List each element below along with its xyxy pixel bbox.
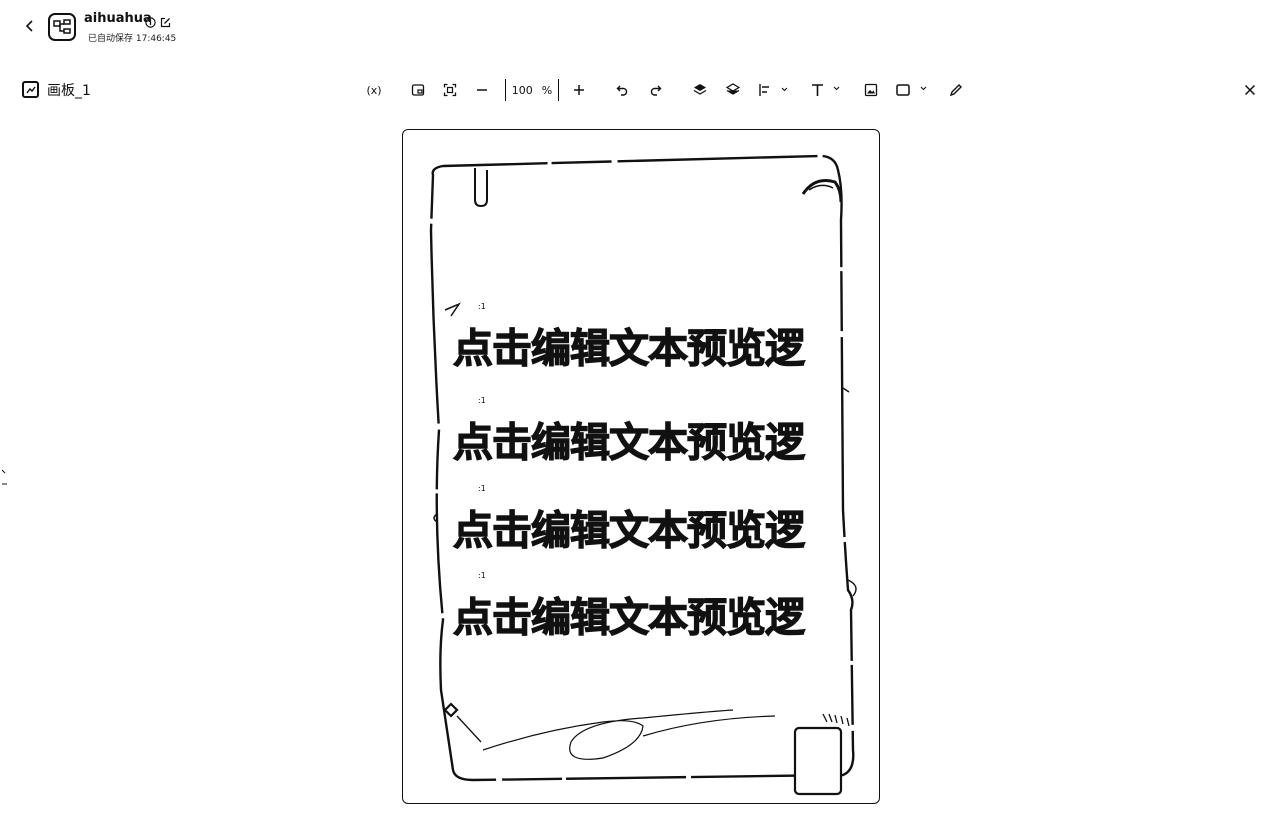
board-icon (22, 81, 39, 98)
info-icon (145, 17, 156, 28)
text-item-content[interactable]: 点击编辑文本预览逻 (452, 498, 853, 556)
zoom-input[interactable]: 100 % (505, 79, 559, 101)
edge-marker (1, 468, 9, 490)
text-item-content[interactable]: 点击编辑文本预览逻 (452, 316, 853, 374)
text-item-tag: :1 (478, 571, 486, 580)
shape-tool-dropdown[interactable] (894, 79, 930, 101)
fit-artboard-button[interactable] (408, 79, 428, 101)
image-board-icon (25, 86, 36, 93)
image-icon (864, 83, 878, 97)
variable-button[interactable]: (x) (362, 79, 386, 101)
board-name: 画板_1 (47, 83, 91, 99)
rename-button[interactable] (160, 13, 171, 32)
artboard-fit-icon (411, 84, 425, 96)
info-button[interactable] (145, 13, 156, 32)
layer-up-icon (693, 84, 707, 95)
rectangle-icon (896, 84, 927, 96)
text-item-content[interactable]: 点击编辑文本预览逻 (452, 410, 853, 468)
back-button[interactable] (20, 16, 40, 36)
zoom-in-button[interactable] (569, 79, 589, 101)
text-item-tag: :1 (478, 484, 486, 493)
text-item-tag: :1 (478, 396, 486, 405)
edit-icon (160, 17, 171, 28)
zoom-unit: % (541, 83, 553, 97)
chevron-left-icon (25, 20, 33, 32)
bring-forward-button[interactable] (690, 79, 710, 101)
logo-icon (53, 19, 71, 34)
plus-icon (574, 85, 584, 95)
app-logo (48, 13, 76, 41)
minus-icon (477, 89, 487, 91)
zoom-out-button[interactable] (472, 79, 492, 101)
close-button[interactable] (1240, 80, 1260, 100)
variable-icon: (x) (366, 83, 382, 97)
fit-screen-button[interactable] (440, 79, 460, 101)
align-left-icon (759, 84, 788, 96)
fullscreen-icon (443, 83, 457, 97)
pen-tool-button[interactable] (946, 79, 966, 101)
text-icon (812, 84, 840, 96)
artboard-canvas[interactable]: :1 点击编辑文本预览逻 :1 点击编辑文本预览逻 :1 点击编辑文本预览逻 :… (402, 129, 880, 804)
text-item-tag: :1 (478, 302, 486, 311)
zoom-value: 100 (511, 83, 533, 97)
text-tool-dropdown[interactable] (808, 79, 842, 101)
layers-button[interactable] (723, 79, 743, 101)
app-name: aihuahua (84, 11, 152, 26)
close-icon (1244, 84, 1256, 96)
undo-icon (616, 85, 628, 96)
autosave-status: 已自动保存 17:46:45 (88, 34, 177, 44)
redo-icon (650, 85, 662, 96)
layers-icon (726, 83, 740, 95)
redo-button[interactable] (645, 79, 665, 101)
pen-icon (949, 84, 962, 97)
align-dropdown[interactable] (756, 79, 790, 101)
undo-button[interactable] (613, 79, 633, 101)
text-item-content[interactable]: 点击编辑文本预览逻 (452, 585, 853, 643)
image-tool-button[interactable] (861, 79, 881, 101)
